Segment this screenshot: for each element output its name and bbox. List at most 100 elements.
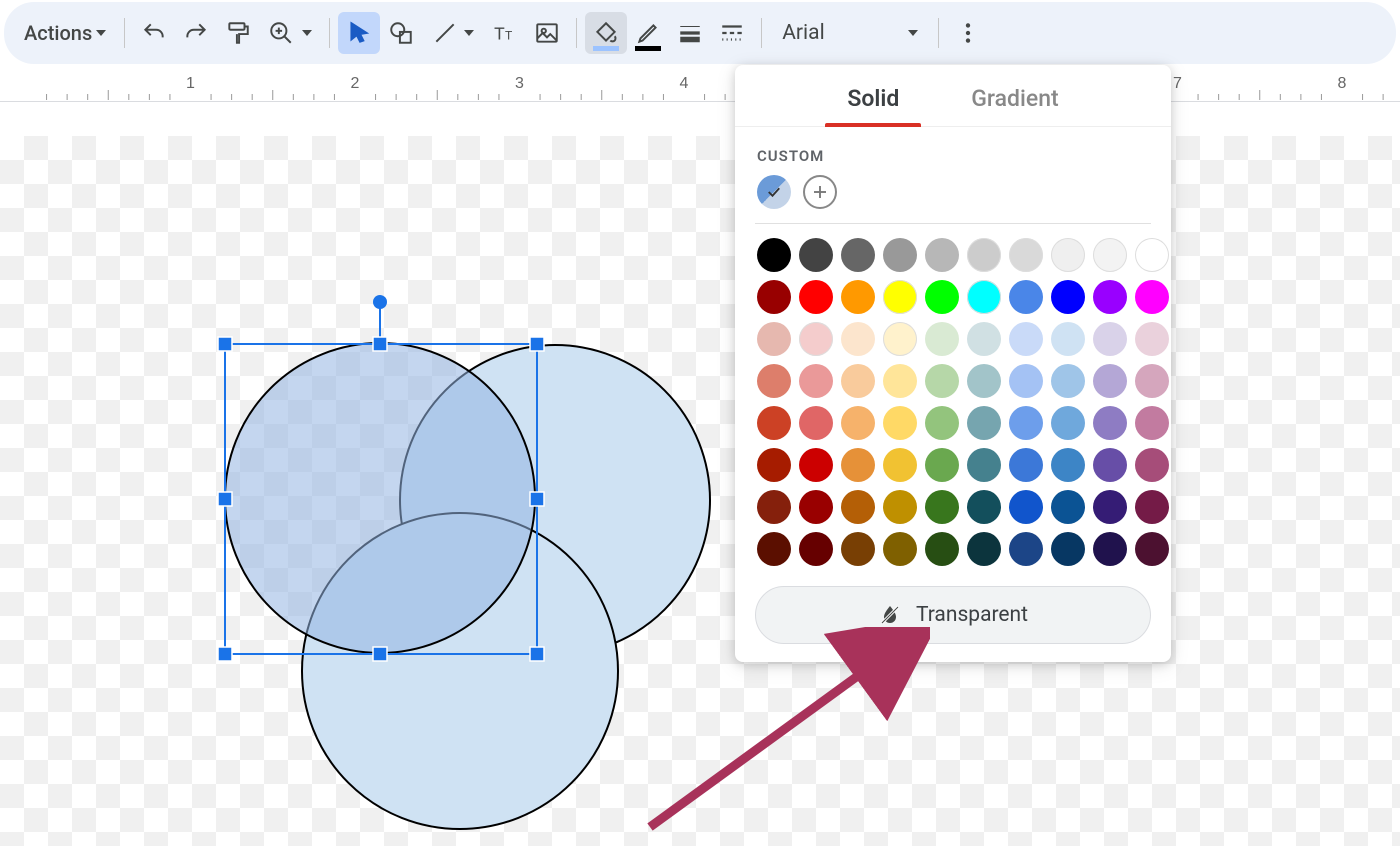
color-swatch[interactable]: [841, 280, 875, 314]
color-swatch[interactable]: [1051, 322, 1085, 356]
color-swatch[interactable]: [1009, 280, 1043, 314]
color-swatch[interactable]: [799, 490, 833, 524]
color-swatch[interactable]: [1135, 322, 1169, 356]
color-swatch[interactable]: [1093, 322, 1127, 356]
color-swatch[interactable]: [967, 406, 1001, 440]
color-swatch[interactable]: [841, 448, 875, 482]
shape-tool-button[interactable]: [380, 12, 422, 54]
color-swatch[interactable]: [1009, 532, 1043, 566]
color-swatch[interactable]: [1051, 532, 1085, 566]
color-swatch[interactable]: [967, 280, 1001, 314]
resize-handle[interactable]: [530, 492, 544, 506]
resize-handle[interactable]: [373, 337, 387, 351]
color-swatch[interactable]: [967, 238, 1001, 272]
color-swatch[interactable]: [757, 364, 791, 398]
color-swatch[interactable]: [799, 280, 833, 314]
color-swatch[interactable]: [799, 448, 833, 482]
resize-handle[interactable]: [218, 647, 232, 661]
add-custom-color-button[interactable]: [803, 175, 837, 209]
color-swatch[interactable]: [1093, 448, 1127, 482]
color-swatch[interactable]: [925, 322, 959, 356]
shape-circle-selected[interactable]: [225, 343, 535, 653]
border-weight-button[interactable]: [669, 12, 711, 54]
actions-menu-button[interactable]: Actions: [14, 12, 116, 54]
color-swatch[interactable]: [1093, 490, 1127, 524]
resize-handle[interactable]: [530, 647, 544, 661]
tab-solid[interactable]: Solid: [841, 73, 905, 126]
color-swatch[interactable]: [967, 532, 1001, 566]
font-select[interactable]: Arial: [770, 12, 930, 54]
tab-gradient[interactable]: Gradient: [965, 73, 1064, 126]
color-swatch[interactable]: [967, 364, 1001, 398]
color-swatch[interactable]: [757, 238, 791, 272]
color-swatch[interactable]: [1093, 238, 1127, 272]
image-tool-button[interactable]: [526, 12, 568, 54]
color-swatch[interactable]: [883, 364, 917, 398]
color-swatch[interactable]: [1135, 364, 1169, 398]
color-swatch[interactable]: [883, 532, 917, 566]
custom-color-swatch[interactable]: [757, 175, 791, 209]
color-swatch[interactable]: [1093, 364, 1127, 398]
textbox-tool-button[interactable]: TT: [484, 12, 526, 54]
color-swatch[interactable]: [967, 490, 1001, 524]
color-swatch[interactable]: [883, 406, 917, 440]
color-swatch[interactable]: [967, 322, 1001, 356]
color-swatch[interactable]: [841, 406, 875, 440]
color-swatch[interactable]: [925, 532, 959, 566]
color-swatch[interactable]: [1051, 280, 1085, 314]
color-swatch[interactable]: [841, 490, 875, 524]
color-swatch[interactable]: [1051, 448, 1085, 482]
redo-button[interactable]: [175, 12, 217, 54]
color-swatch[interactable]: [1135, 490, 1169, 524]
color-swatch[interactable]: [1009, 448, 1043, 482]
color-swatch[interactable]: [757, 448, 791, 482]
color-swatch[interactable]: [1135, 532, 1169, 566]
color-swatch[interactable]: [1135, 406, 1169, 440]
paint-format-button[interactable]: [217, 12, 259, 54]
border-color-button[interactable]: [627, 12, 669, 54]
color-swatch[interactable]: [799, 532, 833, 566]
color-swatch[interactable]: [883, 322, 917, 356]
color-swatch[interactable]: [925, 280, 959, 314]
color-swatch[interactable]: [925, 364, 959, 398]
color-swatch[interactable]: [1009, 322, 1043, 356]
color-swatch[interactable]: [757, 490, 791, 524]
undo-button[interactable]: [133, 12, 175, 54]
color-swatch[interactable]: [841, 238, 875, 272]
color-swatch[interactable]: [883, 238, 917, 272]
resize-handle[interactable]: [218, 492, 232, 506]
color-swatch[interactable]: [799, 322, 833, 356]
color-swatch[interactable]: [883, 448, 917, 482]
color-swatch[interactable]: [1009, 238, 1043, 272]
color-swatch[interactable]: [925, 490, 959, 524]
color-swatch[interactable]: [1009, 406, 1043, 440]
color-swatch[interactable]: [1093, 280, 1127, 314]
color-swatch[interactable]: [757, 532, 791, 566]
resize-handle[interactable]: [218, 337, 232, 351]
color-swatch[interactable]: [1009, 364, 1043, 398]
border-dash-button[interactable]: [711, 12, 753, 54]
more-options-button[interactable]: [947, 12, 989, 54]
select-tool-button[interactable]: [338, 12, 380, 54]
color-swatch[interactable]: [841, 322, 875, 356]
color-swatch[interactable]: [925, 238, 959, 272]
color-swatch[interactable]: [1009, 490, 1043, 524]
color-swatch[interactable]: [799, 238, 833, 272]
color-swatch[interactable]: [925, 406, 959, 440]
color-swatch[interactable]: [841, 532, 875, 566]
color-swatch[interactable]: [1051, 406, 1085, 440]
color-swatch[interactable]: [1051, 490, 1085, 524]
color-swatch[interactable]: [1093, 406, 1127, 440]
color-swatch[interactable]: [799, 364, 833, 398]
color-swatch[interactable]: [1093, 532, 1127, 566]
color-swatch[interactable]: [883, 280, 917, 314]
color-swatch[interactable]: [757, 406, 791, 440]
zoom-button[interactable]: [259, 12, 321, 54]
color-swatch[interactable]: [1051, 238, 1085, 272]
resize-handle[interactable]: [530, 337, 544, 351]
rotation-handle[interactable]: [373, 295, 387, 309]
line-tool-button[interactable]: [422, 12, 484, 54]
color-swatch[interactable]: [1135, 238, 1169, 272]
color-swatch[interactable]: [841, 364, 875, 398]
color-swatch[interactable]: [925, 448, 959, 482]
